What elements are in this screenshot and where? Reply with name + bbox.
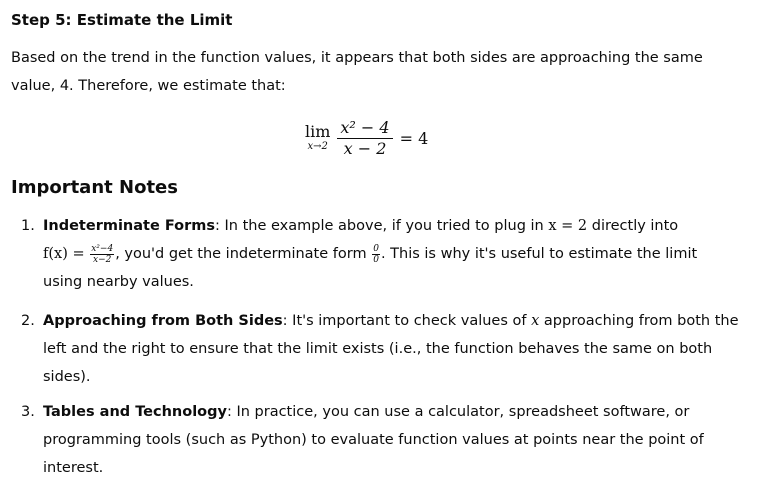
step-heading: Step 5: Estimate the Limit xyxy=(11,11,233,29)
limit-operator: lim x→2 xyxy=(305,123,330,153)
limit-fraction: x² − 4 x − 2 xyxy=(337,118,393,159)
zero-denominator: 0 xyxy=(373,254,379,265)
inline-math: x = 2 xyxy=(548,218,588,234)
note-text: : In the example above, if you tried to … xyxy=(215,218,549,234)
fraction-denominator: x − 2 xyxy=(343,138,387,158)
note-text: : It's important to check values of xyxy=(282,313,532,329)
note-text: : In practice, you can use a calculator,… xyxy=(226,404,690,420)
note-line: Approaching from Both Sides: It's import… xyxy=(43,307,743,335)
note-line: interest. xyxy=(43,460,104,476)
note-body: Approaching from Both Sides: It's import… xyxy=(43,307,743,391)
note-number: 2. xyxy=(21,313,35,329)
note-line: programming tools (such as Python) to ev… xyxy=(43,432,704,448)
note-line: sides). xyxy=(43,369,91,385)
notes-heading: Important Notes xyxy=(11,177,178,198)
zero-over-zero-fraction: 00 xyxy=(372,244,380,265)
inline-math-function: f(x) = xyxy=(43,246,90,262)
note-text: approaching from both the xyxy=(539,313,739,329)
zero-numerator: 0 xyxy=(372,243,380,255)
note-number: 3. xyxy=(21,404,35,420)
note-text: , you'd get the indeterminate form xyxy=(115,246,372,262)
lim-subscript: x→2 xyxy=(307,141,328,152)
inline-fraction: x²−4 x−2 xyxy=(90,243,115,265)
note-title: Indeterminate Forms xyxy=(43,218,216,234)
note-line: left and the right to ensure that the li… xyxy=(43,341,713,357)
inline-fraction-numerator: x²−4 xyxy=(90,243,115,255)
note-line: f(x) = x²−4 x−2, you'd get the indetermin… xyxy=(43,240,743,268)
step-paragraph: Based on the trend in the function value… xyxy=(11,50,703,94)
limit-result: = 4 xyxy=(399,128,429,148)
limit-formula: lim x→2 x² − 4 x − 2 = 4 xyxy=(305,112,428,164)
note-line: using nearby values. xyxy=(43,274,194,290)
note-title: Tables and Technology xyxy=(43,404,227,420)
note-line: Indeterminate Forms: In the example abov… xyxy=(43,212,743,240)
note-line: Tables and Technology: In practice, you … xyxy=(43,398,743,426)
note-number: 1. xyxy=(21,218,35,234)
fraction-numerator: x² − 4 xyxy=(337,118,393,139)
note-title: Approaching from Both Sides xyxy=(43,313,283,329)
note-text: directly into xyxy=(587,218,679,234)
note-body: Indeterminate Forms: In the example abov… xyxy=(43,212,743,296)
note-body: Tables and Technology: In practice, you … xyxy=(43,398,743,482)
note-text: . This is why it's useful to estimate th… xyxy=(380,246,698,262)
lim-word: lim xyxy=(305,122,331,141)
document-page: Step 5: Estimate the Limit Based on the … xyxy=(0,0,775,498)
inline-fraction-denominator: x−2 xyxy=(93,254,112,265)
